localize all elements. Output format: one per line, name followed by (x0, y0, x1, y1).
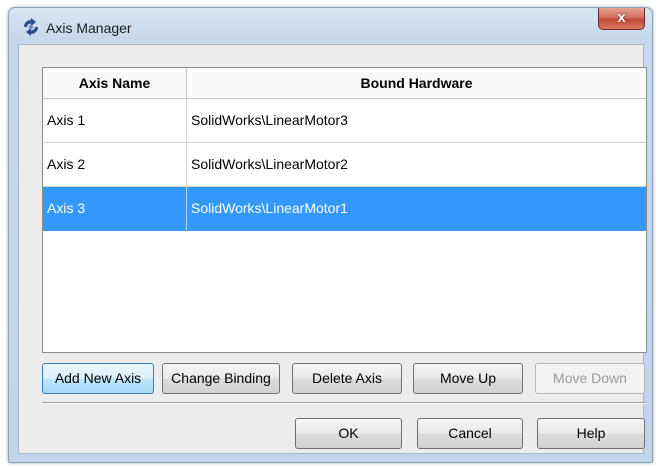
move-down-button[interactable]: Move Down (535, 363, 645, 394)
bound-hardware-cell: SolidWorks\LinearMotor1 (191, 200, 348, 216)
axis-table: Axis Name Bound Hardware Axis 1 SolidWor… (42, 67, 647, 353)
column-divider (186, 187, 187, 230)
close-icon: x (617, 9, 626, 26)
delete-axis-button[interactable]: Delete Axis (292, 363, 402, 394)
column-divider (186, 99, 187, 142)
button-separator (42, 402, 647, 404)
dialog-content: Axis Name Bound Hardware Axis 1 SolidWor… (18, 44, 647, 454)
window-title: Axis Manager (46, 20, 132, 36)
column-header-axis-name[interactable]: Axis Name (43, 68, 187, 98)
axis-manager-dialog: Axis Manager x Axis Name Bound Hardware … (8, 7, 653, 463)
cancel-button[interactable]: Cancel (417, 418, 523, 449)
close-button[interactable]: x (598, 8, 645, 30)
axis-manager-app-icon (24, 18, 38, 36)
axis-name-cell: Axis 2 (47, 156, 86, 172)
move-up-button[interactable]: Move Up (413, 363, 523, 394)
axis-name-cell: Axis 1 (47, 112, 86, 128)
table-row[interactable]: Axis 1 SolidWorks\LinearMotor3 (43, 99, 646, 143)
title-bar[interactable]: Axis Manager x (9, 8, 652, 44)
bound-hardware-cell: SolidWorks\LinearMotor2 (191, 156, 348, 172)
add-new-axis-button[interactable]: Add New Axis (42, 363, 154, 394)
help-button[interactable]: Help (537, 418, 645, 449)
table-header: Axis Name Bound Hardware (43, 68, 646, 99)
table-row-selected[interactable]: Axis 3 SolidWorks\LinearMotor1 (43, 187, 646, 231)
ok-button[interactable]: OK (295, 418, 402, 449)
axis-name-cell: Axis 3 (47, 200, 86, 216)
table-row[interactable]: Axis 2 SolidWorks\LinearMotor2 (43, 143, 646, 187)
change-binding-button[interactable]: Change Binding (162, 363, 280, 394)
column-divider (186, 143, 187, 186)
column-header-bound-hardware[interactable]: Bound Hardware (187, 68, 646, 98)
bound-hardware-cell: SolidWorks\LinearMotor3 (191, 112, 348, 128)
